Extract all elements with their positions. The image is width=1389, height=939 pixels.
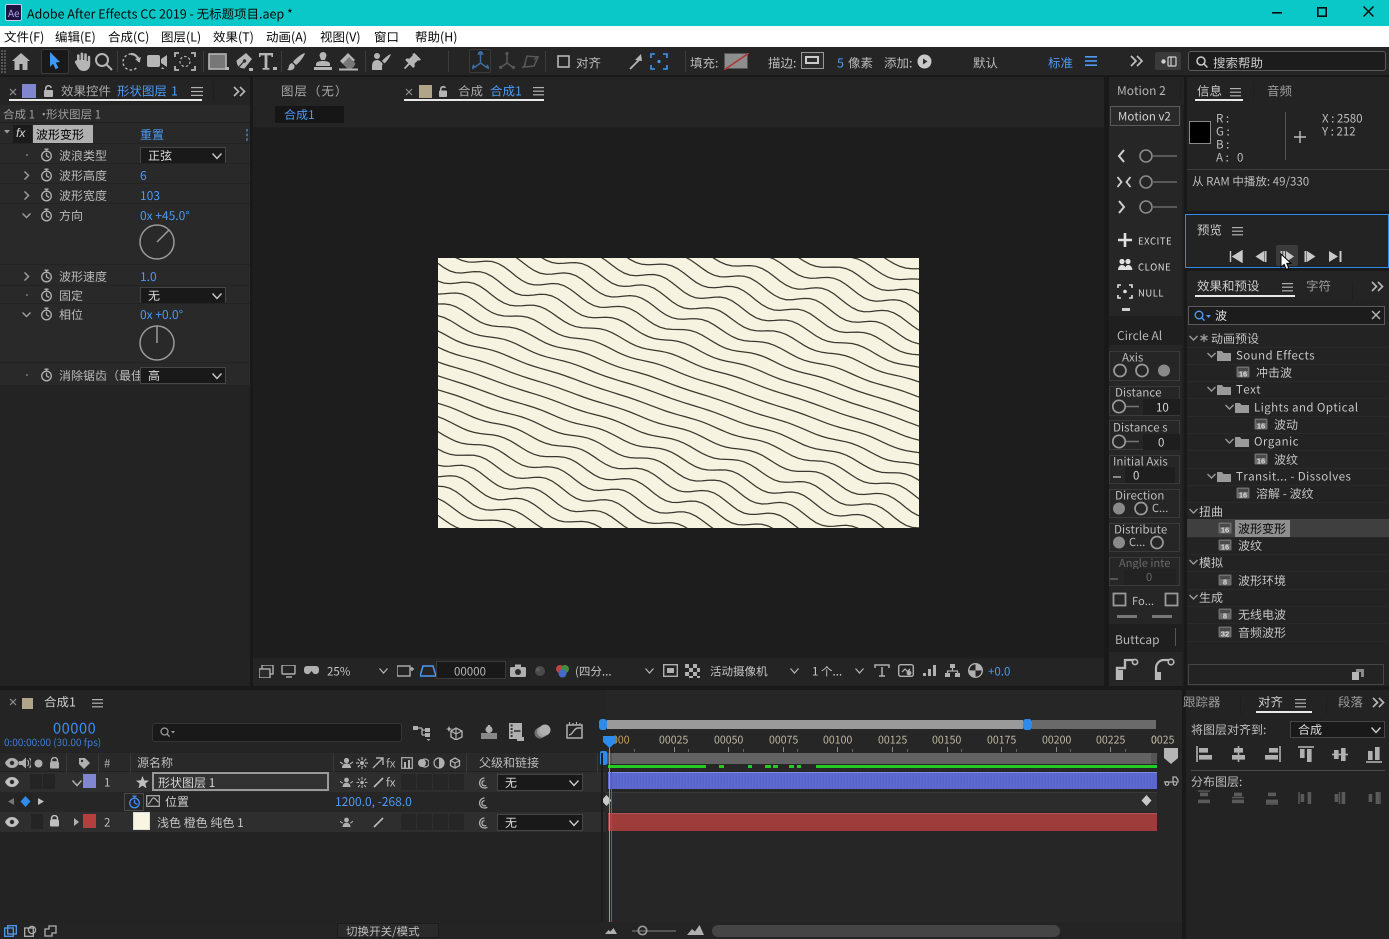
- svg-text:16: 16: [1239, 491, 1247, 500]
- svg-text:32: 32: [1221, 630, 1229, 639]
- svg-text:16: 16: [1239, 370, 1247, 379]
- svg-text:16: 16: [1257, 422, 1265, 431]
- svg-text:8: 8: [1223, 612, 1227, 621]
- svg-text:16: 16: [1257, 457, 1265, 466]
- svg-text:16: 16: [1221, 526, 1229, 535]
- svg-text:16: 16: [1221, 543, 1229, 552]
- svg-text:8: 8: [1223, 578, 1227, 587]
